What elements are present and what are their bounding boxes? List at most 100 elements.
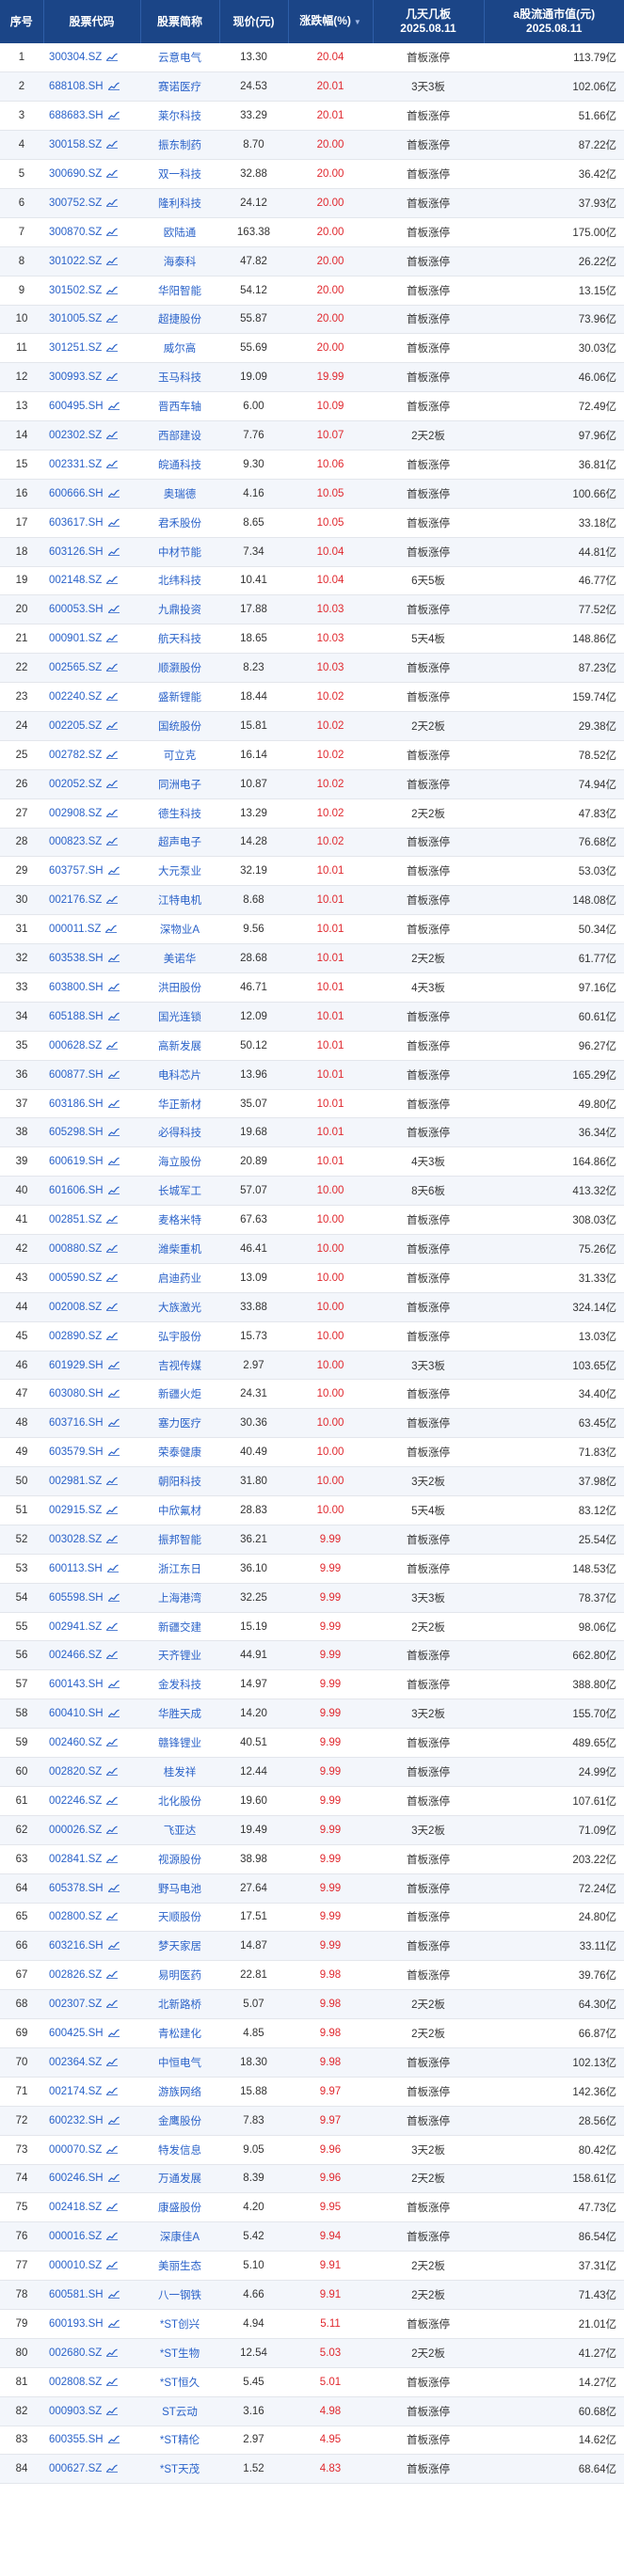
- trend-chart-icon[interactable]: [106, 634, 119, 643]
- trend-chart-icon[interactable]: [106, 286, 119, 294]
- stock-code-link[interactable]: 000880.SZ: [49, 1243, 102, 1255]
- cell-code[interactable]: 002205.SZ: [43, 711, 140, 741]
- trend-chart-icon[interactable]: [106, 169, 119, 178]
- table-row[interactable]: 71 002174.SZ 游族网络 15.88 9.97 首板涨停 142.36亿: [0, 2077, 624, 2107]
- cell-code[interactable]: 300304.SZ: [43, 43, 140, 73]
- stock-code-link[interactable]: 002915.SZ: [49, 1505, 102, 1516]
- stock-code-link[interactable]: 003028.SZ: [49, 1534, 102, 1545]
- cell-code[interactable]: 000010.SZ: [43, 2251, 140, 2282]
- trend-chart-icon[interactable]: [106, 257, 119, 265]
- trend-chart-icon[interactable]: [106, 1651, 119, 1660]
- trend-chart-icon[interactable]: [107, 1447, 120, 1457]
- stock-name-link[interactable]: 大元泵业: [140, 856, 219, 887]
- table-row[interactable]: 79 600193.SH *ST创兴 4.94 5.11 首板涨停 21.01亿: [0, 2309, 624, 2339]
- cell-code[interactable]: 301502.SZ: [43, 276, 140, 306]
- trend-chart-icon[interactable]: [106, 1970, 119, 1980]
- stock-name-link[interactable]: 青松建化: [140, 2018, 219, 2048]
- cell-code[interactable]: 002466.SZ: [43, 1640, 140, 1671]
- stock-name-link[interactable]: 美丽生态: [140, 2251, 219, 2282]
- header-board[interactable]: 几天几板 2025.08.11: [373, 0, 485, 43]
- trend-chart-icon[interactable]: [107, 547, 120, 556]
- table-row[interactable]: 35 000628.SZ 高新发展 50.12 10.01 首板涨停 96.27亿: [0, 1031, 624, 1061]
- stock-name-link[interactable]: 弘宇股份: [140, 1321, 219, 1351]
- cell-code[interactable]: 002851.SZ: [43, 1205, 140, 1236]
- cell-code[interactable]: 600581.SH: [43, 2280, 140, 2310]
- table-row[interactable]: 59 002460.SZ 赣锋锂业 40.51 9.99 首板涨停 489.65亿: [0, 1728, 624, 1759]
- table-row[interactable]: 22 002565.SZ 顺灏股份 8.23 10.03 首板涨停 87.23亿: [0, 653, 624, 684]
- cell-code[interactable]: 600143.SH: [43, 1669, 140, 1700]
- trend-chart-icon[interactable]: [106, 663, 119, 672]
- table-row[interactable]: 83 600355.SH *ST精伦 2.97 4.95 首板涨停 14.62亿: [0, 2426, 624, 2456]
- cell-code[interactable]: 603617.SH: [43, 508, 140, 538]
- trend-chart-icon[interactable]: [106, 314, 119, 324]
- stock-code-link[interactable]: 300690.SZ: [49, 168, 102, 180]
- stock-name-link[interactable]: 电科芯片: [140, 1060, 219, 1090]
- stock-name-link[interactable]: 晋西车轴: [140, 391, 219, 422]
- trend-chart-icon[interactable]: [107, 1361, 120, 1369]
- stock-code-link[interactable]: 600425.SH: [49, 2028, 104, 2039]
- trend-chart-icon[interactable]: [107, 1593, 120, 1602]
- trend-chart-icon[interactable]: [106, 140, 119, 150]
- stock-name-link[interactable]: 潍柴重机: [140, 1234, 219, 1264]
- trend-chart-icon[interactable]: [107, 489, 120, 498]
- stock-name-link[interactable]: 云意电气: [140, 43, 219, 73]
- table-row[interactable]: 69 600425.SH 青松建化 4.85 9.98 2天2板 66.87亿: [0, 2018, 624, 2048]
- trend-chart-icon[interactable]: [107, 2029, 120, 2037]
- stock-code-link[interactable]: 600355.SH: [49, 2434, 104, 2445]
- stock-code-link[interactable]: 002820.SZ: [49, 1766, 102, 1778]
- table-row[interactable]: 33 603800.SH 洪田股份 46.71 10.01 4天3板 97.16亿: [0, 972, 624, 1003]
- stock-code-link[interactable]: 002841.SZ: [49, 1854, 102, 1865]
- stock-code-link[interactable]: 603080.SH: [49, 1388, 104, 1399]
- cell-code[interactable]: 002302.SZ: [43, 420, 140, 450]
- stock-code-link[interactable]: 605598.SH: [49, 1592, 104, 1604]
- stock-name-link[interactable]: 赣锋锂业: [140, 1728, 219, 1759]
- stock-code-link[interactable]: 000628.SZ: [49, 1040, 102, 1051]
- stock-code-link[interactable]: 603617.SH: [49, 517, 104, 529]
- cell-code[interactable]: 600232.SH: [43, 2106, 140, 2136]
- table-row[interactable]: 44 002008.SZ 大族激光 33.88 10.00 首板涨停 324.14亿: [0, 1292, 624, 1322]
- cell-code[interactable]: 002174.SZ: [43, 2077, 140, 2107]
- trend-chart-icon[interactable]: [106, 1564, 119, 1572]
- trend-chart-icon[interactable]: [106, 1273, 119, 1282]
- table-row[interactable]: 68 002307.SZ 北新路桥 5.07 9.98 2天2板 64.30亿: [0, 1989, 624, 2020]
- trend-chart-icon[interactable]: [107, 402, 120, 411]
- stock-name-link[interactable]: 荣泰健康: [140, 1437, 219, 1468]
- stock-code-link[interactable]: 300870.SZ: [49, 227, 102, 238]
- cell-code[interactable]: 601606.SH: [43, 1176, 140, 1207]
- stock-name-link[interactable]: 新疆火炬: [140, 1379, 219, 1410]
- cell-code[interactable]: 603757.SH: [43, 856, 140, 887]
- stock-name-link[interactable]: 美诺华: [140, 943, 219, 973]
- stock-name-link[interactable]: 赛诺医疗: [140, 71, 219, 103]
- cell-code[interactable]: 300870.SZ: [43, 217, 140, 247]
- cell-code[interactable]: 002820.SZ: [43, 1757, 140, 1787]
- stock-name-link[interactable]: 海泰科: [140, 246, 219, 277]
- trend-chart-icon[interactable]: [106, 460, 119, 468]
- table-row[interactable]: 7 300870.SZ 欧陆通 163.38 20.00 首板涨停 175.00亿: [0, 217, 624, 247]
- table-row[interactable]: 58 600410.SH 华胜天成 14.20 9.99 3天2板 155.70亿: [0, 1699, 624, 1730]
- trend-chart-icon[interactable]: [106, 1244, 119, 1253]
- stock-name-link[interactable]: ST云动: [140, 2396, 219, 2426]
- table-row[interactable]: 40 601606.SH 长城军工 57.07 10.00 8天6板 413.32亿: [0, 1176, 624, 1207]
- stock-name-link[interactable]: 国统股份: [140, 711, 219, 741]
- stock-code-link[interactable]: 601929.SH: [49, 1360, 104, 1371]
- table-row[interactable]: 21 000901.SZ 航天科技 18.65 10.03 5天4板 148.86亿: [0, 624, 624, 655]
- stock-name-link[interactable]: 特发信息: [140, 2135, 219, 2165]
- stock-name-link[interactable]: 华正新材: [140, 1089, 219, 1119]
- stock-code-link[interactable]: 600193.SH: [49, 2318, 104, 2330]
- stock-code-link[interactable]: 600619.SH: [49, 1156, 104, 1167]
- trend-chart-icon[interactable]: [106, 1506, 119, 1514]
- stock-code-link[interactable]: 002941.SZ: [49, 1621, 102, 1633]
- stock-code-link[interactable]: 600877.SH: [49, 1069, 104, 1081]
- trend-chart-icon[interactable]: [106, 1738, 119, 1746]
- stock-code-link[interactable]: 002331.SZ: [49, 459, 102, 470]
- stock-code-link[interactable]: 300752.SZ: [49, 198, 102, 209]
- trend-chart-icon[interactable]: [106, 751, 119, 759]
- cell-code[interactable]: 002841.SZ: [43, 1844, 140, 1874]
- cell-code[interactable]: 002826.SZ: [43, 1960, 140, 1991]
- stock-name-link[interactable]: 吉视传媒: [140, 1351, 219, 1381]
- stock-code-link[interactable]: 000070.SZ: [49, 2144, 102, 2156]
- trend-chart-icon[interactable]: [106, 1477, 119, 1485]
- stock-code-link[interactable]: 000823.SZ: [49, 836, 102, 847]
- trend-chart-icon[interactable]: [107, 1680, 120, 1689]
- table-row[interactable]: 65 002800.SZ 天顺股份 17.51 9.99 首板涨停 24.80亿: [0, 1903, 624, 1933]
